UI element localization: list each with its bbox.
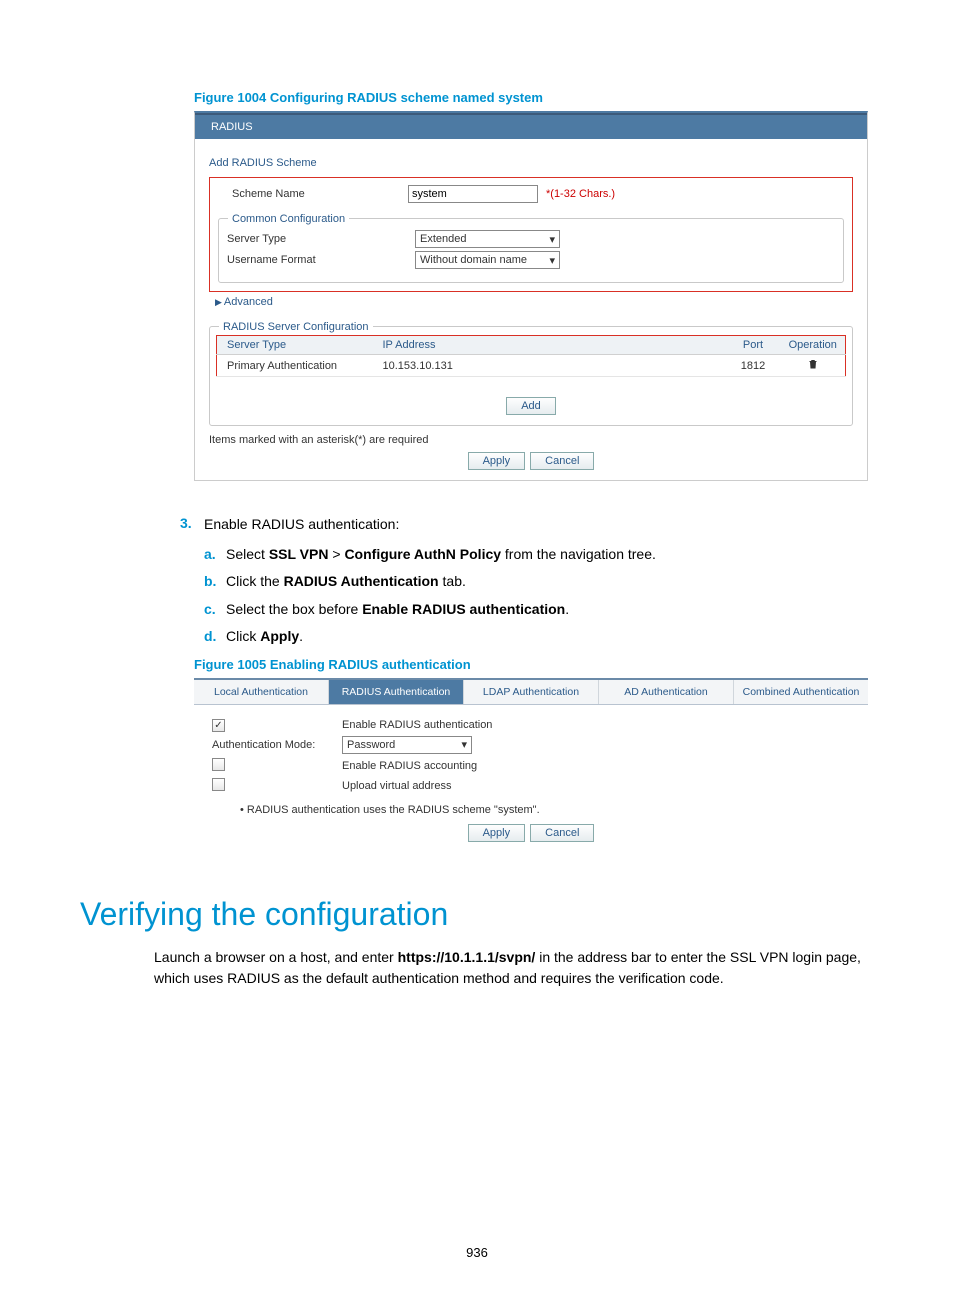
figure-1005-caption: Figure 1005 Enabling RADIUS authenticati… bbox=[194, 657, 874, 672]
required-note: Items marked with an asterisk(*) are req… bbox=[209, 434, 853, 446]
cell-ip: 10.153.10.131 bbox=[377, 355, 726, 377]
scheme-name-hint: *(1-32 Chars.) bbox=[546, 188, 615, 200]
substep-c-text: Select the box before Enable RADIUS auth… bbox=[226, 600, 569, 620]
enable-accounting-checkbox[interactable] bbox=[212, 758, 225, 771]
table-row: Primary Authentication 10.153.10.131 181… bbox=[217, 355, 846, 377]
scheme-name-input[interactable] bbox=[408, 185, 538, 203]
common-config-fieldset: Server Type Extended ▾ Username Format W… bbox=[218, 218, 844, 283]
radius-server-config-legend: RADIUS Server Configuration bbox=[219, 321, 373, 333]
server-table: Server Type IP Address Port Operation Pr… bbox=[216, 335, 846, 377]
upload-vaddr-checkbox[interactable] bbox=[212, 778, 225, 791]
substep-b-text: Click the RADIUS Authentication tab. bbox=[226, 572, 466, 592]
cancel-button[interactable]: Cancel bbox=[530, 824, 594, 842]
cell-port: 1812 bbox=[726, 355, 781, 377]
auth-mode-value: Password bbox=[347, 739, 395, 751]
radius-tab-bar: RADIUS bbox=[195, 113, 867, 139]
auth-mode-select[interactable]: Password ▾ bbox=[342, 736, 472, 754]
col-ip-address: IP Address bbox=[377, 336, 726, 355]
server-type-select[interactable]: Extended ▾ bbox=[415, 230, 560, 248]
tab-local-auth[interactable]: Local Authentication bbox=[194, 680, 329, 704]
substep-d-text: Click Apply. bbox=[226, 627, 303, 647]
upload-vaddr-label: Upload virtual address bbox=[342, 780, 451, 792]
server-type-value: Extended bbox=[420, 233, 466, 245]
apply-button[interactable]: Apply bbox=[468, 452, 526, 470]
page-number: 936 bbox=[0, 1245, 954, 1260]
chevron-down-icon: ▾ bbox=[549, 233, 555, 246]
auth-tabs: Local Authentication RADIUS Authenticati… bbox=[194, 680, 868, 705]
col-port: Port bbox=[726, 336, 781, 355]
server-type-label: Server Type bbox=[225, 233, 415, 245]
scheme-name-label: Scheme Name bbox=[218, 188, 408, 200]
col-operation: Operation bbox=[781, 336, 846, 355]
substep-c-letter: c. bbox=[204, 600, 226, 620]
username-format-label: Username Format bbox=[225, 254, 415, 266]
figure-1004-screenshot: RADIUS Add RADIUS Scheme Scheme Name *(1… bbox=[194, 111, 868, 481]
cancel-button[interactable]: Cancel bbox=[530, 452, 594, 470]
highlight-box-top: Scheme Name *(1-32 Chars.) Common Config… bbox=[209, 177, 853, 292]
substep-a-letter: a. bbox=[204, 545, 226, 565]
substep-d-letter: d. bbox=[204, 627, 226, 647]
enable-accounting-label: Enable RADIUS accounting bbox=[342, 760, 477, 772]
tab-ad-auth[interactable]: AD Authentication bbox=[599, 680, 734, 704]
verifying-paragraph: Launch a browser on a host, and enter ht… bbox=[154, 947, 864, 989]
radius-server-config-fieldset: Server Type IP Address Port Operation Pr… bbox=[209, 326, 853, 426]
col-server-type: Server Type bbox=[217, 336, 377, 355]
username-format-select[interactable]: Without domain name ▾ bbox=[415, 251, 560, 269]
add-button[interactable]: Add bbox=[506, 397, 556, 415]
advanced-toggle[interactable]: Advanced bbox=[215, 296, 853, 308]
substep-b-letter: b. bbox=[204, 572, 226, 592]
radius-tab[interactable]: RADIUS bbox=[195, 115, 269, 139]
trash-icon[interactable] bbox=[807, 361, 819, 373]
username-format-value: Without domain name bbox=[420, 254, 527, 266]
apply-button[interactable]: Apply bbox=[468, 824, 526, 842]
figure-1005-screenshot: Local Authentication RADIUS Authenticati… bbox=[194, 678, 868, 856]
auth-mode-label: Authentication Mode: bbox=[212, 739, 342, 751]
step-number-3: 3. bbox=[180, 515, 204, 535]
tab-radius-auth[interactable]: RADIUS Authentication bbox=[329, 680, 464, 704]
chevron-down-icon: ▾ bbox=[549, 254, 555, 267]
radius-scheme-note: RADIUS authentication uses the RADIUS sc… bbox=[240, 804, 850, 816]
tab-ldap-auth[interactable]: LDAP Authentication bbox=[464, 680, 599, 704]
step-3-text: Enable RADIUS authentication: bbox=[204, 515, 399, 535]
figure-1004-caption: Figure 1004 Configuring RADIUS scheme na… bbox=[194, 90, 874, 105]
add-radius-scheme-title: Add RADIUS Scheme bbox=[209, 157, 853, 169]
enable-radius-checkbox[interactable] bbox=[212, 719, 225, 732]
verifying-heading: Verifying the configuration bbox=[80, 896, 874, 933]
tab-combined-auth[interactable]: Combined Authentication bbox=[734, 680, 868, 704]
substep-a-text: Select SSL VPN > Configure AuthN Policy … bbox=[226, 545, 656, 565]
chevron-down-icon: ▾ bbox=[461, 738, 467, 751]
common-config-legend: Common Configuration bbox=[228, 213, 349, 225]
enable-radius-label: Enable RADIUS authentication bbox=[342, 719, 492, 731]
cell-server-type: Primary Authentication bbox=[217, 355, 377, 377]
